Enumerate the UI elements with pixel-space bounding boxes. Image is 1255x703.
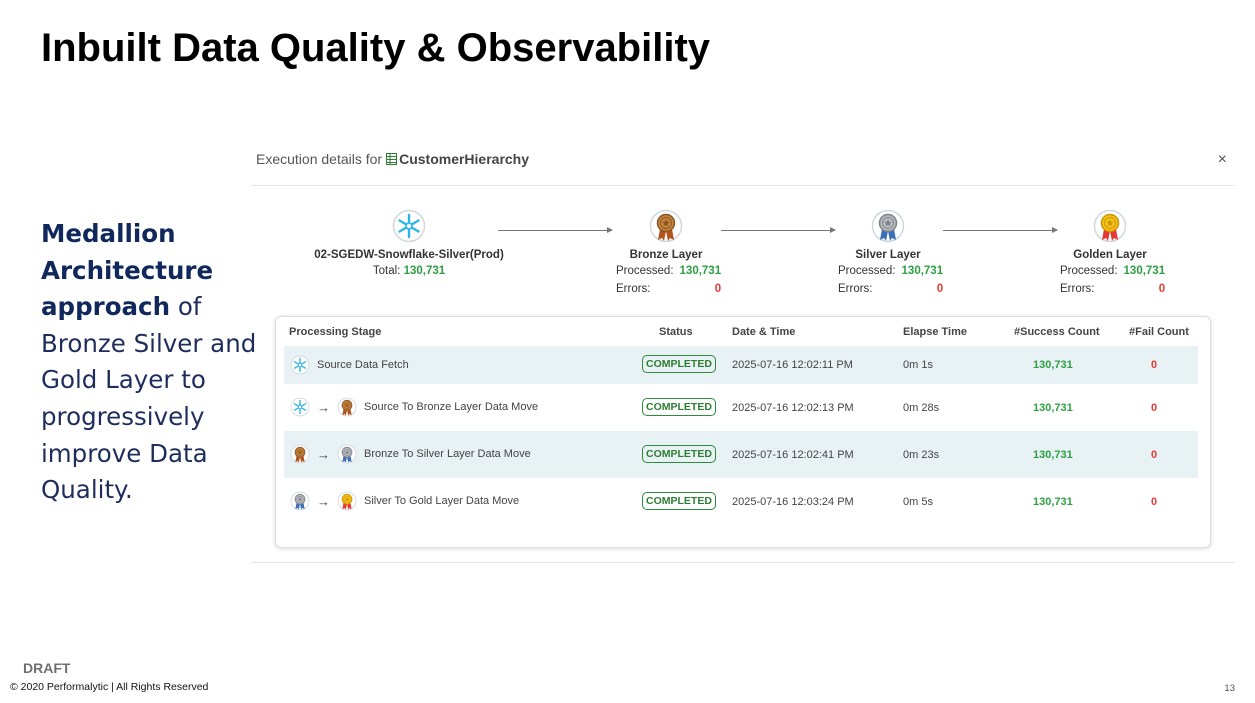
gold-medal-icon (1093, 207, 1127, 245)
table-icon (386, 152, 398, 165)
panel-title-name: CustomerHierarchy (399, 151, 530, 167)
processed-label: Processed: (1060, 265, 1118, 277)
gold-medal-icon (336, 490, 358, 512)
stage-name: Source Data Fetch (317, 359, 409, 371)
processing-table: Processing Stage Status Date & Time Elap… (275, 316, 1211, 548)
slide-title: Inbuilt Data Quality & Observability (41, 26, 711, 70)
stage-name: Silver To Gold Layer Data Move (364, 495, 520, 507)
header-date-time: Date & Time (732, 326, 796, 338)
status-badge: COMPLETED (642, 445, 716, 463)
node-stats: Processed: 130,731 Errors: 0 (1060, 265, 1165, 295)
fail-count-cell: 0 (1151, 402, 1158, 414)
node-name: Golden Layer (1073, 249, 1147, 261)
status-badge: COMPLETED (642, 355, 716, 373)
node-name: 02-SGEDW-Snowflake-Silver(Prod) (314, 249, 504, 261)
success-count-cell: 130,731 (1033, 449, 1073, 461)
flow-arrow (498, 227, 613, 233)
stage-name: Bronze To Silver Layer Data Move (364, 448, 531, 460)
success-count-cell: 130,731 (1033, 402, 1073, 414)
bronze-medal-icon (336, 396, 358, 418)
bronze-medal-icon (649, 207, 683, 245)
snowflake-icon (392, 207, 426, 245)
processed-label: Processed: (616, 265, 674, 277)
header-processing-stage: Processing Stage (289, 326, 382, 338)
errors-value: 0 (714, 283, 722, 295)
errors-label: Errors: (616, 283, 651, 295)
pipeline-node-bronze: Bronze Layer Processed: 130,731 Errors: 0 (616, 207, 721, 295)
node-stats: Processed: 130,731 Errors: 0 (616, 265, 721, 295)
snowflake-icon (289, 396, 311, 418)
close-button[interactable]: × (1218, 151, 1227, 169)
datetime-cell: 2025-07-16 12:03:24 PM (732, 496, 854, 508)
panel-title: Execution details for CustomerHierarchy (256, 151, 529, 167)
processed-value: 130,731 (901, 265, 944, 277)
header-elapse-time: Elapse Time (903, 326, 967, 338)
success-count-cell: 130,731 (1033, 359, 1073, 371)
node-name: Bronze Layer (629, 249, 703, 261)
total-value: 130,731 (403, 265, 446, 277)
processed-label: Processed: (838, 265, 896, 277)
flow-arrow (943, 227, 1058, 233)
bronze-medal-icon (289, 443, 311, 465)
copyright-footer: © 2020 Performalytic | All Rights Reserv… (10, 681, 209, 693)
stage-cell: → Silver To Gold Layer Data Move (289, 490, 519, 512)
snowflake-icon (289, 354, 311, 376)
success-count-cell: 130,731 (1033, 496, 1073, 508)
panel-divider (251, 562, 1235, 563)
table-header: Processing Stage Status Date & Time Elap… (284, 317, 1198, 345)
pipeline-node-gold: Golden Layer Processed: 130,731 Errors: 0 (1060, 207, 1165, 295)
elapsed-cell: 0m 1s (903, 359, 933, 371)
silver-medal-icon (871, 207, 905, 245)
table-row[interactable]: → Bronze To Silver Layer Data Move COMPL… (284, 431, 1198, 478)
node-stats: Processed: 130,731 Errors: 0 (838, 265, 943, 295)
stage-cell: → Bronze To Silver Layer Data Move (289, 443, 531, 465)
arrow-icon: → (317, 446, 330, 462)
header-status: Status (659, 326, 693, 338)
status-badge: COMPLETED (642, 398, 716, 416)
datetime-cell: 2025-07-16 12:02:41 PM (732, 449, 854, 461)
arrow-icon: → (317, 493, 330, 509)
description-rest: of Bronze Silver and Gold Layer to progr… (41, 292, 257, 505)
elapsed-cell: 0m 23s (903, 449, 940, 461)
datetime-cell: 2025-07-16 12:02:11 PM (732, 359, 853, 371)
pipeline-node-source: 02-SGEDW-Snowflake-Silver(Prod) Total: 1… (311, 207, 507, 277)
datetime-cell: 2025-07-16 12:02:13 PM (732, 402, 854, 414)
elapsed-cell: 0m 28s (903, 402, 940, 414)
header-fail-count: #Fail Count (1129, 326, 1189, 338)
draft-label: DRAFT (23, 660, 71, 676)
fail-count-cell: 0 (1151, 449, 1158, 461)
header-success-count: #Success Count (1014, 326, 1100, 338)
table-row[interactable]: → Source To Bronze Layer Data Move COMPL… (284, 384, 1198, 431)
silver-medal-icon (336, 443, 358, 465)
page-number: 13 (1224, 683, 1235, 694)
total-label: Total: (372, 265, 401, 277)
stage-name: Source To Bronze Layer Data Move (364, 401, 539, 413)
table-row[interactable]: Source Data Fetch COMPLETED 2025-07-16 1… (284, 346, 1198, 384)
table-row[interactable]: → Silver To Gold Layer Data Move COMPLET… (284, 478, 1198, 525)
processed-value: 130,731 (1123, 265, 1166, 277)
panel-header: Execution details for CustomerHierarchy × (251, 140, 1235, 186)
silver-medal-icon (289, 490, 311, 512)
status-badge: COMPLETED (642, 492, 716, 510)
execution-details-panel: Execution details for CustomerHierarchy ×… (251, 140, 1235, 563)
arrow-icon: → (317, 399, 330, 415)
panel-title-prefix: Execution details for (256, 151, 383, 167)
stage-cell: Source Data Fetch (289, 354, 409, 376)
errors-value: 0 (1158, 283, 1166, 295)
flow-arrow (721, 227, 836, 233)
errors-value: 0 (936, 283, 944, 295)
fail-count-cell: 0 (1151, 359, 1158, 371)
pipeline-node-silver: Silver Layer Processed: 130,731 Errors: 0 (838, 207, 943, 295)
processed-value: 130,731 (679, 265, 722, 277)
errors-label: Errors: (838, 283, 873, 295)
fail-count-cell: 0 (1151, 496, 1158, 508)
description-text: Medallion Architecture approach of Bronz… (41, 216, 257, 509)
errors-label: Errors: (1060, 283, 1095, 295)
stage-cell: → Source To Bronze Layer Data Move (289, 396, 538, 418)
node-total: Total: 130,731 (311, 265, 507, 277)
node-name: Silver Layer (855, 249, 921, 261)
elapsed-cell: 0m 5s (903, 496, 933, 508)
